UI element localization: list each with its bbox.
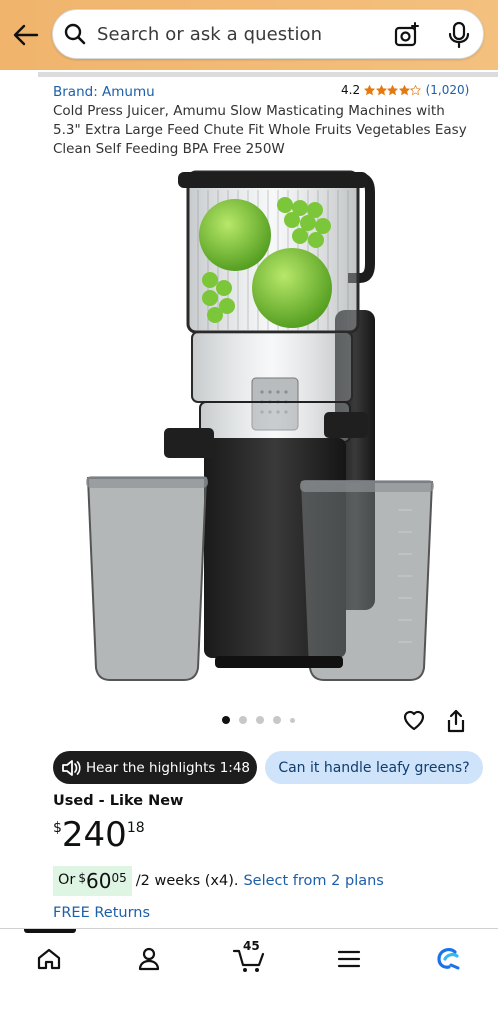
plan-currency: $ (78, 871, 87, 885)
rating-count[interactable]: (1,020) (426, 83, 470, 97)
plan-price-whole: 60 (86, 869, 112, 893)
share-button[interactable] (445, 708, 467, 734)
share-icon (447, 709, 465, 733)
bottom-navigation: 45 (0, 928, 498, 1024)
product-image[interactable] (80, 160, 440, 685)
plan-or: Or (58, 872, 76, 888)
item-condition: Used - Like New (53, 793, 184, 809)
free-returns-link[interactable]: FREE Returns (53, 905, 150, 921)
account-icon (138, 947, 160, 971)
back-button[interactable] (10, 20, 42, 50)
image-strip-divider (38, 72, 498, 77)
carousel-dot[interactable] (273, 716, 281, 724)
carousel-dot[interactable] (290, 717, 295, 723)
menu-icon (337, 950, 361, 968)
price-whole: 240 (61, 815, 127, 855)
star-icon (387, 84, 399, 95)
active-tab-indicator (24, 929, 76, 933)
price-fraction: 18 (126, 820, 145, 836)
suggested-question-label: Can it handle leafy greens? (278, 759, 470, 776)
star-icon (375, 84, 387, 95)
search-placeholder: Search or ask a question (97, 24, 323, 45)
hear-highlights-label: Hear the highlights 1:48 (86, 759, 251, 776)
carousel-dot[interactable] (256, 716, 264, 724)
brand-link[interactable]: Brand: Amumu (53, 84, 155, 100)
hear-highlights-button[interactable]: Hear the highlights 1:48 (53, 751, 257, 784)
speaker-icon (62, 759, 81, 776)
suggested-question-button[interactable]: Can it handle leafy greens? (265, 751, 483, 784)
home-icon (37, 948, 61, 970)
top-header: Search or ask a question (0, 0, 498, 70)
camera-search-icon[interactable] (393, 21, 421, 49)
nav-account[interactable] (129, 943, 169, 975)
select-plans-link[interactable]: Select from 2 plans (243, 873, 383, 889)
rating-number: 4.2 (341, 83, 361, 97)
plan-terms: /2 weeks (x4). (135, 873, 239, 889)
star-icon (410, 84, 422, 95)
star-icon (398, 84, 410, 95)
price: $ 240 18 (53, 814, 145, 856)
nav-rufus[interactable] (428, 943, 468, 975)
plan-price-fraction: 05 (111, 871, 127, 885)
wishlist-button[interactable] (401, 708, 427, 732)
nav-home[interactable] (29, 943, 69, 975)
arrow-left-icon (13, 24, 39, 46)
nav-cart[interactable]: 45 (229, 939, 269, 975)
star-icon (364, 84, 376, 95)
rating-summary[interactable]: 4.2 (1,020) (341, 83, 469, 97)
search-icon (64, 23, 86, 45)
star-rating (364, 84, 422, 96)
search-input[interactable]: Search or ask a question (52, 9, 484, 59)
carousel-dot[interactable] (222, 716, 230, 724)
heart-icon (403, 710, 425, 731)
microphone-icon[interactable] (447, 21, 471, 49)
nav-menu[interactable] (329, 943, 369, 975)
cart-count: 45 (243, 939, 260, 953)
image-carousel-dots (222, 716, 304, 724)
price-currency: $ (53, 820, 62, 836)
payment-plan-row: Or $ 60 05 /2 weeks (x4). Select from 2 … (53, 866, 384, 896)
carousel-dot[interactable] (239, 716, 247, 724)
product-title: Cold Press Juicer, Amumu Slow Masticatin… (53, 103, 467, 157)
plan-price-chip: Or $ 60 05 (53, 866, 132, 896)
rufus-icon (437, 948, 460, 970)
